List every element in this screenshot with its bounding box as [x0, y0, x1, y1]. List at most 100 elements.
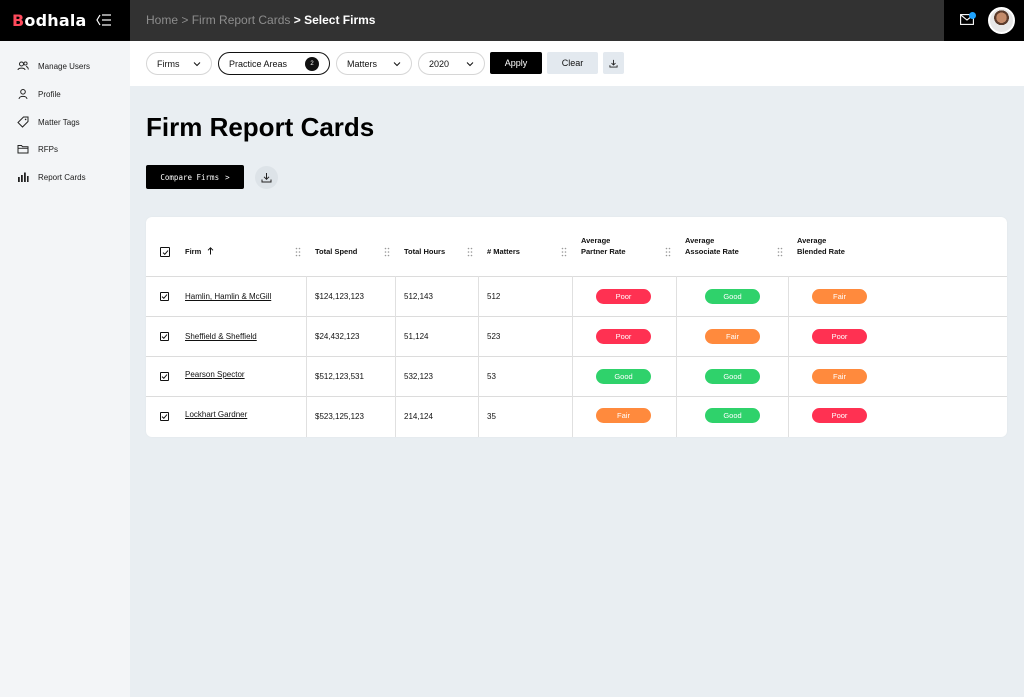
- matters-filter[interactable]: Matters: [336, 52, 412, 75]
- column-resize-grip-icon[interactable]: [467, 247, 473, 257]
- total-spend-cell: $523,125,123: [315, 412, 364, 421]
- firm-link[interactable]: Lockhart Gardner: [185, 410, 247, 419]
- download-filters-button[interactable]: [603, 52, 624, 74]
- column-header-label-line: Average: [581, 236, 611, 245]
- column-resize-grip-icon[interactable]: [295, 247, 301, 257]
- avatar[interactable]: [988, 7, 1015, 34]
- column-header-label-line: Average: [685, 236, 715, 245]
- row-checkbox[interactable]: [160, 292, 169, 301]
- matters-cell: 35: [487, 412, 496, 421]
- sidebar-item-profile[interactable]: Profile: [17, 86, 61, 102]
- breadcrumb: Home > Firm Report Cards > Select Firms: [146, 13, 375, 27]
- column-header-label: Firm: [185, 247, 202, 256]
- column-divider: [676, 276, 677, 437]
- compare-firms-button[interactable]: Compare Firms >: [146, 165, 244, 189]
- collapse-menu-icon[interactable]: [96, 13, 112, 27]
- breadcrumb-firm-report-cards[interactable]: Firm Report Cards: [192, 13, 291, 27]
- column-resize-grip-icon[interactable]: [777, 247, 783, 257]
- sidebar-item-report-cards[interactable]: Report Cards: [17, 169, 86, 185]
- total-hours-cell: 51,124: [404, 332, 429, 341]
- tag-icon: [17, 116, 29, 128]
- year-filter[interactable]: 2020: [418, 52, 485, 75]
- practice-areas-count-badge: 2: [305, 56, 319, 71]
- sidebar-item-label: RFPs: [38, 144, 58, 154]
- column-header-total-hours[interactable]: Total Hours: [404, 246, 445, 257]
- column-header-total-spend[interactable]: Total Spend: [315, 246, 357, 257]
- checkmark-icon: [161, 374, 168, 380]
- table-divider: [146, 276, 1007, 277]
- row-checkbox[interactable]: [160, 332, 169, 341]
- year-filter-label: 2020: [429, 58, 450, 69]
- sidebar-item-label: Report Cards: [38, 172, 86, 182]
- column-resize-grip-icon[interactable]: [384, 247, 390, 257]
- download-report-button[interactable]: [255, 166, 278, 189]
- total-spend-cell: $124,123,123: [315, 292, 364, 301]
- column-divider: [572, 276, 573, 437]
- partner-rate-badge: Poor: [596, 289, 651, 304]
- checkmark-icon: [161, 334, 168, 340]
- column-resize-grip-icon[interactable]: [665, 247, 671, 257]
- matters-cell: 523: [487, 332, 501, 341]
- row-checkbox[interactable]: [160, 372, 169, 381]
- logo-text: odhala: [24, 11, 87, 30]
- checkmark-icon: [161, 294, 168, 300]
- sidebar: Manage Users Profile Matter Tags RFPs Re…: [0, 41, 130, 697]
- matters-cell: 53: [487, 372, 496, 381]
- sidebar-item-label: Profile: [38, 89, 61, 99]
- firms-filter[interactable]: Firms: [146, 52, 212, 75]
- column-header-label-line: Average: [797, 236, 827, 245]
- page-title: Firm Report Cards: [146, 112, 375, 142]
- column-header-associate-rate[interactable]: Average Associate Rate: [685, 235, 739, 257]
- blended-rate-badge: Fair: [812, 289, 867, 304]
- column-header-blended-rate[interactable]: Average Blended Rate: [797, 235, 845, 257]
- total-hours-cell: 214,124: [404, 412, 433, 421]
- breadcrumb-separator: >: [293, 13, 301, 27]
- breadcrumb-separator: >: [181, 13, 189, 27]
- select-all-checkbox[interactable]: [160, 247, 170, 257]
- sidebar-item-matter-tags[interactable]: Matter Tags: [17, 114, 80, 130]
- associate-rate-badge: Good: [705, 289, 760, 304]
- associate-rate-badge: Good: [705, 369, 760, 384]
- bodhala-logo[interactable]: Bodhala: [12, 11, 87, 30]
- firm-link[interactable]: Sheffield & Sheffield: [185, 332, 257, 341]
- top-bar: Bodhala Home > Firm Report Cards > Selec…: [0, 0, 1024, 41]
- partner-rate-badge: Good: [596, 369, 651, 384]
- column-resize-grip-icon[interactable]: [561, 247, 567, 257]
- breadcrumb-home[interactable]: Home: [146, 13, 178, 27]
- firm-link[interactable]: Pearson Spector: [185, 370, 245, 379]
- matters-cell: 512: [487, 292, 501, 301]
- table-divider: [146, 356, 1007, 357]
- column-divider: [788, 276, 789, 437]
- column-header-partner-rate[interactable]: Average Partner Rate: [581, 235, 626, 257]
- firm-link[interactable]: Hamlin, Hamlin & McGill: [185, 292, 271, 301]
- table-divider: [146, 316, 1007, 317]
- notification-dot: [969, 12, 976, 19]
- chevron-down-icon: [466, 61, 474, 66]
- practice-areas-filter[interactable]: Practice Areas 2: [218, 52, 330, 75]
- column-header-matters[interactable]: # Matters: [487, 246, 520, 257]
- table-divider: [146, 396, 1007, 397]
- sort-ascending-icon[interactable]: [207, 247, 214, 255]
- blended-rate-badge: Poor: [812, 408, 867, 423]
- clear-button[interactable]: Clear: [547, 52, 598, 74]
- column-header-firm[interactable]: Firm: [185, 246, 214, 257]
- firm-report-table: Firm Total Spend Total Hours # Matters A…: [146, 217, 1007, 437]
- chevron-down-icon: [393, 61, 401, 66]
- compare-firms-label: Compare Firms: [160, 172, 220, 182]
- breadcrumb-current: Select Firms: [304, 13, 376, 27]
- brand-area: Bodhala: [0, 0, 130, 41]
- column-divider: [395, 276, 396, 437]
- checkmark-icon: [161, 414, 168, 420]
- top-right-area: [944, 0, 1024, 41]
- sidebar-item-rfps[interactable]: RFPs: [17, 141, 58, 157]
- total-spend-cell: $24,432,123: [315, 332, 360, 341]
- associate-rate-badge: Fair: [705, 329, 760, 344]
- chevron-down-icon: [193, 61, 201, 66]
- row-checkbox[interactable]: [160, 412, 169, 421]
- sidebar-item-manage-users[interactable]: Manage Users: [17, 58, 90, 74]
- sidebar-item-label: Matter Tags: [38, 117, 80, 127]
- partner-rate-badge: Poor: [596, 329, 651, 344]
- bar-chart-icon: [18, 172, 29, 182]
- logo-initial: B: [12, 11, 25, 30]
- apply-button[interactable]: Apply: [490, 52, 542, 74]
